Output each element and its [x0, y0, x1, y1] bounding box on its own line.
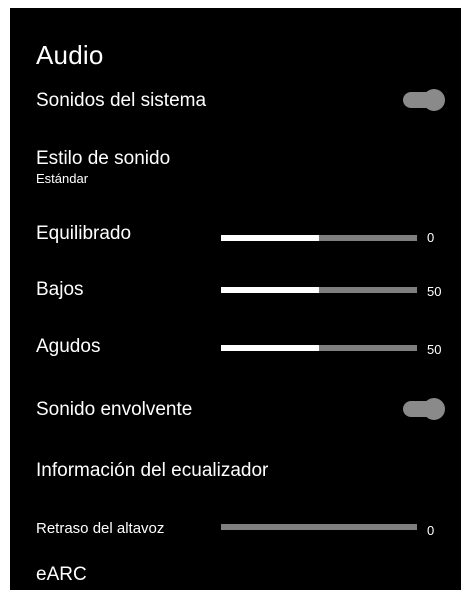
treble-slider-fill — [221, 345, 319, 351]
bass-slider-fill — [221, 287, 319, 293]
balance-label: Equilibrado — [36, 223, 132, 244]
treble-slider[interactable] — [221, 345, 417, 351]
bass-value: 50 — [427, 284, 442, 299]
balance-value: 0 — [427, 230, 435, 245]
treble-label: Agudos — [36, 336, 101, 357]
bass-slider[interactable] — [221, 287, 417, 293]
audio-settings-panel: Audio Sonidos del sistema Estilo de soni… — [10, 8, 461, 590]
sound-style-label[interactable]: Estilo de sonido — [36, 148, 170, 170]
treble-value: 50 — [427, 342, 442, 357]
equalizer-info-item[interactable]: Información del ecualizador — [36, 460, 268, 482]
bass-label: Bajos — [36, 279, 84, 300]
sound-style-value: Estándar — [36, 171, 89, 186]
toggle-knob — [423, 398, 445, 420]
surround-toggle[interactable] — [403, 398, 445, 420]
speaker-delay-label: Retraso del altavoz — [36, 520, 165, 537]
speaker-delay-slider[interactable] — [221, 524, 417, 530]
surround-label: Sonido envolvente — [36, 399, 193, 420]
system-sounds-label: Sonidos del sistema — [36, 90, 207, 111]
speaker-delay-value: 0 — [427, 523, 435, 538]
balance-slider[interactable] — [221, 235, 417, 241]
system-sounds-toggle[interactable] — [403, 89, 445, 111]
page-title: Audio — [36, 40, 104, 70]
toggle-knob — [423, 89, 445, 111]
earc-item[interactable]: eARC — [36, 564, 87, 586]
balance-slider-fill — [221, 235, 319, 241]
